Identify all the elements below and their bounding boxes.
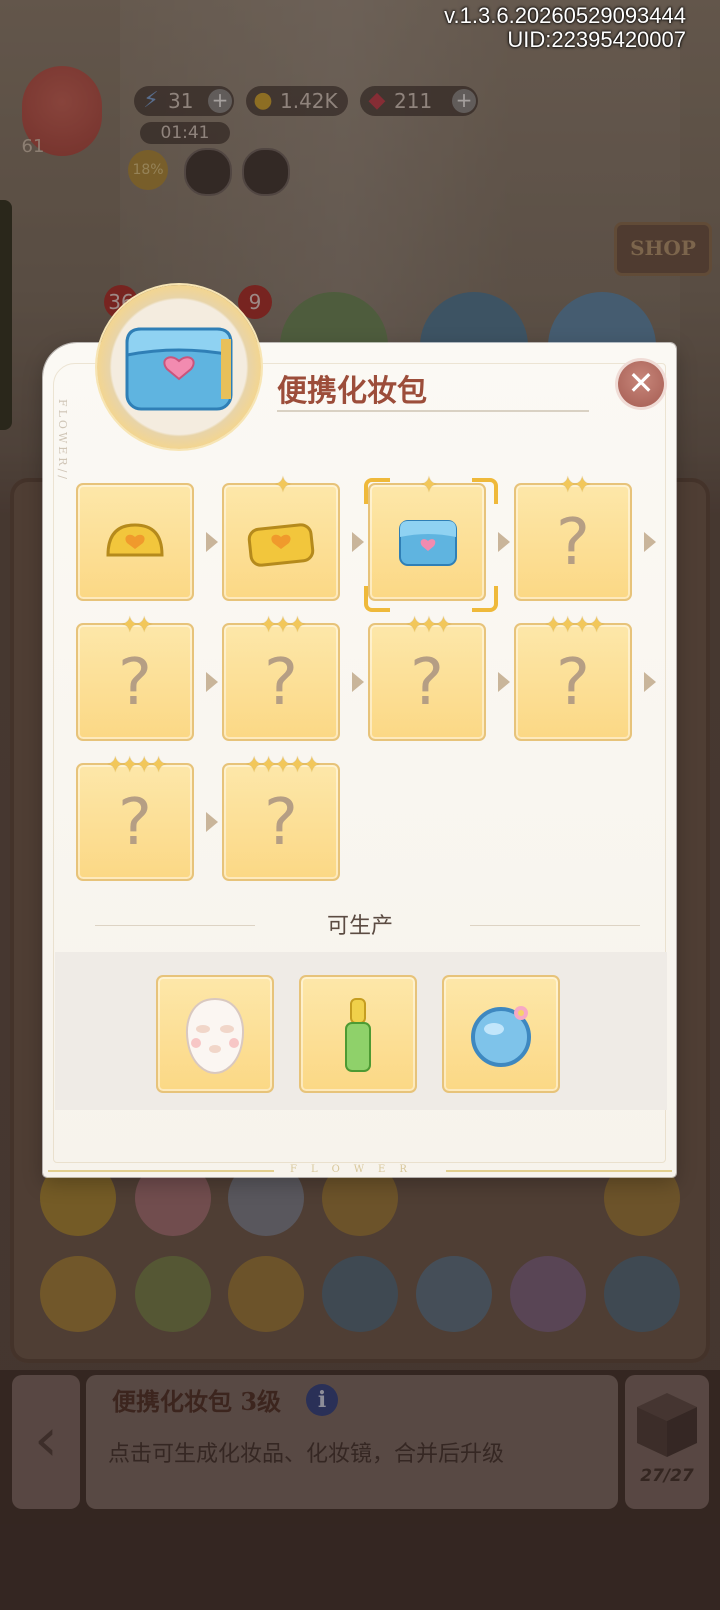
chain-arrow bbox=[206, 812, 218, 832]
selection-corner bbox=[364, 586, 390, 612]
version-label: v.1.3.6.20260529093444 bbox=[444, 3, 686, 28]
chain-item-8-locked[interactable]: ✦✦✦✦ ? bbox=[514, 613, 632, 741]
dialog-title: 便携化妆包 bbox=[277, 374, 427, 409]
chain-arrow bbox=[352, 532, 364, 552]
yellow-pouch-icon bbox=[106, 523, 164, 557]
produce-item-hand-mirror[interactable] bbox=[442, 975, 560, 1093]
chain-arrow bbox=[498, 532, 510, 552]
uid-label: UID:22395420007 bbox=[507, 27, 686, 52]
chain-item-9-locked[interactable]: ✦✦✦✦ ? bbox=[76, 753, 194, 881]
chain-arrow bbox=[352, 672, 364, 692]
face-mask-icon bbox=[186, 997, 244, 1075]
chain-item-2[interactable]: ✦ bbox=[222, 473, 340, 601]
selection-corner bbox=[364, 478, 390, 504]
close-icon[interactable]: ✕ bbox=[618, 361, 664, 407]
chain-arrow bbox=[498, 672, 510, 692]
title-divider bbox=[277, 410, 589, 412]
version-info: v.1.3.6.20260529093444 UID:22395420007 bbox=[444, 4, 686, 52]
produce-item-face-mask[interactable] bbox=[156, 975, 274, 1093]
unknown-item-label: ? bbox=[118, 786, 152, 860]
chain-item-1[interactable] bbox=[76, 483, 194, 601]
unknown-item-label: ? bbox=[410, 646, 444, 720]
chain-arrow bbox=[644, 532, 656, 552]
star-rating: ✦ bbox=[273, 473, 292, 498]
lip-gloss-icon bbox=[345, 998, 371, 1072]
yellow-cosmetic-bag-icon bbox=[247, 523, 315, 567]
chain-arrow bbox=[206, 532, 218, 552]
unknown-item-label: ? bbox=[556, 646, 590, 720]
hand-mirror-icon bbox=[471, 1006, 531, 1067]
chain-item-6-locked[interactable]: ✦✦✦ ? bbox=[222, 613, 340, 741]
footer-text: FLOWER bbox=[290, 1164, 421, 1175]
item-portrait bbox=[97, 285, 261, 449]
chain-arrow bbox=[644, 672, 656, 692]
unknown-item-label: ? bbox=[556, 506, 590, 580]
produces-label: 可生产 bbox=[326, 914, 393, 939]
footer-divider bbox=[446, 1170, 672, 1172]
chain-item-7-locked[interactable]: ✦✦✦ ? bbox=[368, 613, 486, 741]
chain-arrow bbox=[206, 672, 218, 692]
selection-corner bbox=[472, 478, 498, 504]
dialog-side-text: FLOWER// bbox=[56, 399, 69, 482]
blue-cosmetic-bag-icon bbox=[125, 327, 233, 411]
chain-item-4-locked[interactable]: ✦✦ ? bbox=[514, 473, 632, 601]
chain-item-10-locked[interactable]: ✦✦✦✦✦ ? bbox=[222, 753, 340, 881]
produce-item-lip-gloss[interactable] bbox=[299, 975, 417, 1093]
chain-item-5-locked[interactable]: ✦✦ ? bbox=[76, 613, 194, 741]
unknown-item-label: ? bbox=[118, 646, 152, 720]
footer-divider bbox=[48, 1170, 274, 1172]
selection-corner bbox=[472, 586, 498, 612]
unknown-item-label: ? bbox=[264, 786, 298, 860]
unknown-item-label: ? bbox=[264, 646, 298, 720]
